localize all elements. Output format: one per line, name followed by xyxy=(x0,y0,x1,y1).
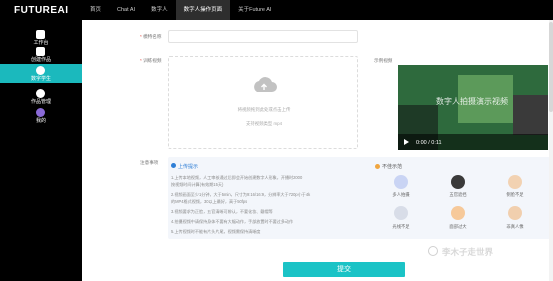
manage-icon xyxy=(36,89,45,98)
video-controls: 0:00 / 0:11 xyxy=(398,134,548,150)
home-icon xyxy=(36,30,45,39)
bad-example-label: 多人拍摄 xyxy=(392,192,410,197)
video-title: 数字人拍摄演示视频 xyxy=(436,97,508,106)
nav-digital-human-operation[interactable]: 数字人操作页面 xyxy=(175,0,231,20)
bad-example-image xyxy=(394,206,408,220)
nav-chat-ai[interactable]: Chat AI xyxy=(109,0,143,20)
sidebar-item-digital-student[interactable]: 数字学生 xyxy=(0,64,82,83)
tip-line: 3.视频要求为正脸，五官清晰可辨认，不要化妆、戴帽等 xyxy=(171,209,273,214)
sidebar-item-create[interactable]: 创建作品 xyxy=(0,45,82,64)
video-label-text: 训练视频 xyxy=(143,58,162,63)
notes-panel: 上传提示 1.上传本地视频，人工审核通过后即会开始创建数字人形象，开播时2000… xyxy=(168,157,550,239)
play-icon[interactable] xyxy=(404,139,409,145)
warning-icon xyxy=(375,164,380,169)
sidebar-item-label: 创建作品 xyxy=(30,57,51,63)
sidebar: 工作台 创建作品 数字学生 作品管理 我的 xyxy=(0,20,82,281)
name-label: * 模特名称 xyxy=(140,34,162,39)
tip-line: 的MP4格式视频，30以上最好，高于50fps xyxy=(171,199,248,204)
sidebar-item-manage[interactable]: 作品管理 xyxy=(0,87,82,106)
bad-example-image xyxy=(451,206,465,220)
tip-line: 按视频时间计算(有效期15天) xyxy=(171,182,224,187)
bad-example-label: 五官遮挡 xyxy=(449,192,467,197)
info-icon xyxy=(171,163,176,168)
tip-line: 1.上传本地视频，人工审核通过后即会开始创建数字人形象，开播时2000 xyxy=(171,175,303,180)
tip-line: 4.拍摄视频中请保持身体不要有大幅动作，手部放置时不要过多动作 xyxy=(171,219,294,224)
notes-label: 注意事项 xyxy=(140,160,159,165)
submit-button[interactable]: 提交 xyxy=(283,262,405,277)
example-video-label: 示例视频 xyxy=(374,58,393,63)
tip-line: 2.视频画面至少1分钟，大于5min，尺寸为9:16/16:9，分辨率大于720… xyxy=(171,192,311,197)
sidebar-item-label: 作品管理 xyxy=(30,99,51,105)
tips-title: 上传提示 xyxy=(178,164,199,170)
name-input[interactable] xyxy=(168,30,358,43)
bad-example-label: 面部过大 xyxy=(449,224,467,229)
bad-example-label: 侧脸不足 xyxy=(506,192,524,197)
nav-digital-human[interactable]: 数字人 xyxy=(143,0,176,20)
video-label: * 训练视频 xyxy=(140,58,162,63)
bad-examples-title: 不佳示范 xyxy=(382,164,403,170)
digital-student-icon xyxy=(36,66,45,75)
tip-line: 5.上传视频时不能有片头片尾，视频需保持清晰度 xyxy=(171,229,261,234)
create-icon xyxy=(36,47,45,56)
cloud-upload-icon xyxy=(254,77,277,92)
nav-home[interactable]: 首页 xyxy=(82,0,109,20)
sidebar-item-label: 我的 xyxy=(35,118,46,124)
sidebar-item-label: 数字学生 xyxy=(30,76,51,82)
bad-example-image xyxy=(508,206,522,220)
upload-hint: 将视频拖到此处或点击上传 xyxy=(237,107,291,112)
bad-example-image xyxy=(508,175,522,189)
app-logo[interactable]: FUTUREAI xyxy=(14,5,69,16)
video-upload-area[interactable]: 将视频拖到此处或点击上传 支持视频类型 mp4 xyxy=(168,56,358,149)
sidebar-item-profile[interactable]: 我的 xyxy=(0,106,82,125)
example-video-player[interactable]: 数字人拍摄演示视频 0:00 / 0:11 xyxy=(398,65,548,150)
scrollbar-thumb[interactable] xyxy=(549,22,553,112)
bad-example-label: 光线不足 xyxy=(392,224,410,229)
video-time: 0:00 / 0:11 xyxy=(416,140,442,146)
bad-example-label: 非真人像 xyxy=(506,224,524,229)
name-label-text: 模特名称 xyxy=(143,34,162,39)
top-bar: FUTUREAI 首页 Chat AI 数字人 数字人操作页面 关于Future… xyxy=(0,0,553,20)
bad-example-image xyxy=(451,175,465,189)
nav-about[interactable]: 关于Future AI xyxy=(230,0,279,20)
top-nav: 首页 Chat AI 数字人 数字人操作页面 关于Future AI xyxy=(82,0,279,20)
watermark-logo xyxy=(428,246,438,256)
profile-icon xyxy=(36,108,45,117)
bad-example-image xyxy=(394,175,408,189)
watermark: 李木子走世界 xyxy=(442,247,494,257)
upload-format-hint: 支持视频类型 mp4 xyxy=(245,121,283,126)
